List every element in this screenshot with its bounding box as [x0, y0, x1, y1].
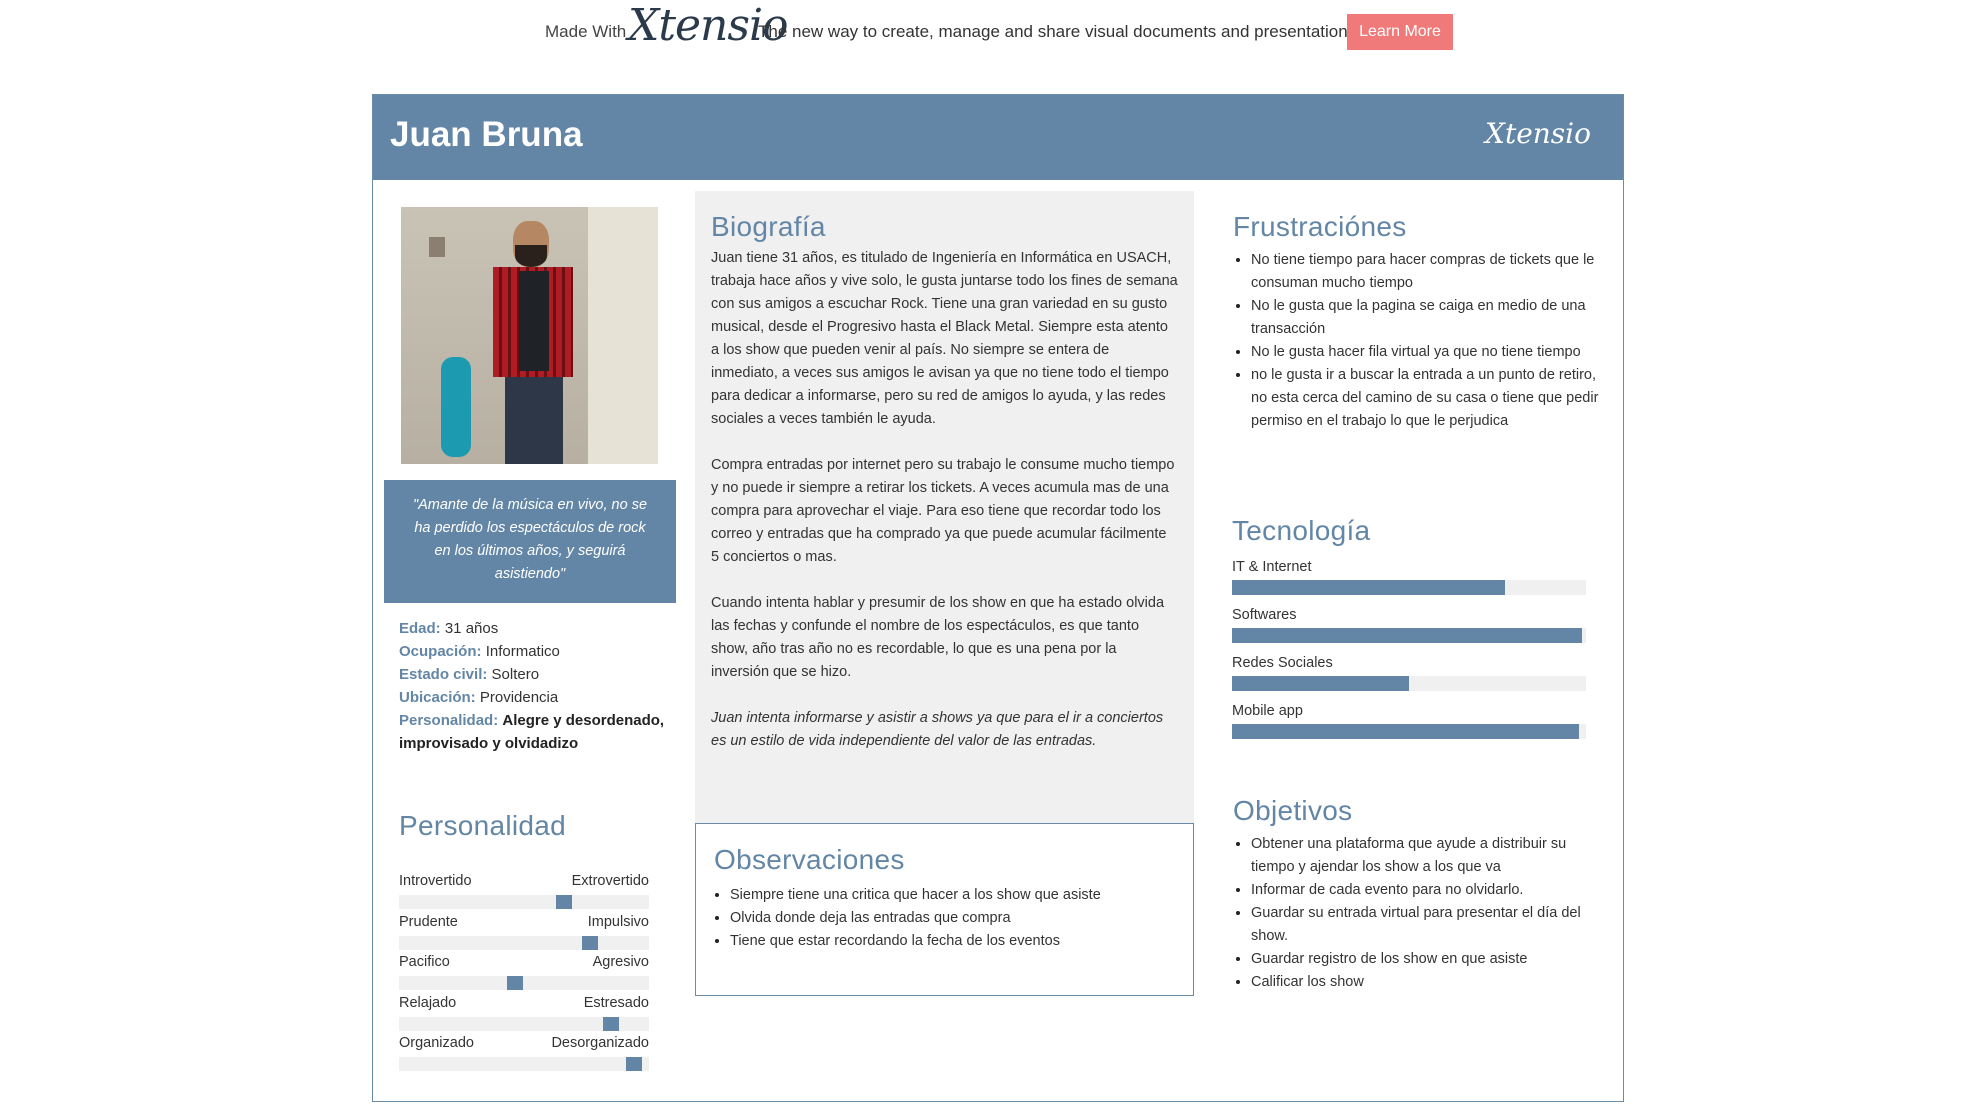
goals-section: Objetivos Obtener una plataforma que ayu…	[1233, 795, 1603, 994]
technology-title: Tecnología	[1232, 515, 1371, 546]
tech-skill-fill	[1232, 676, 1409, 691]
tech-skill-track	[1232, 724, 1586, 739]
technology-bars: IT & Internet Softwares Redes Sociales Mobi…	[1232, 559, 1602, 739]
personality-slider: Relajado Estresado	[399, 995, 649, 1031]
tech-skill-fill	[1232, 628, 1582, 643]
tech-skill-label: Redes Sociales	[1232, 655, 1333, 671]
header-logo: Xtensio	[1485, 117, 1591, 150]
persona-photo	[401, 207, 658, 464]
tech-skill-label: Mobile app	[1232, 703, 1303, 719]
bio-paragraph: Cuando intenta hablar y presumir de los …	[711, 595, 1165, 680]
tech-skill-track	[1232, 580, 1586, 595]
slider-right-label: Extrovertido	[571, 873, 649, 889]
slider-left-label: Pacifico	[399, 954, 450, 970]
slider-right-label: Impulsivo	[587, 913, 649, 930]
card-header: Juan Bruna Xtensio	[373, 95, 1623, 180]
observations-panel: Observaciones Siempre tiene una critica …	[695, 823, 1194, 996]
list-item: No tiene tiempo para hacer compras de ti…	[1251, 249, 1603, 295]
persona-name: Juan Bruna	[390, 115, 583, 154]
persona-card: Juan Bruna Xtensio "Amante de la música …	[372, 94, 1624, 1102]
learn-more-button[interactable]: Learn More	[1347, 14, 1453, 50]
slider-right-label: Desorganizado	[551, 1035, 649, 1051]
list-item: No le gusta hacer fila virtual ya que no…	[1251, 341, 1603, 364]
tech-skill-track	[1232, 676, 1586, 691]
slider-track	[399, 935, 649, 950]
persona-facts: Edad: 31 años Ocupación: Informatico Est…	[399, 617, 669, 755]
tech-skill-label: IT & Internet	[1232, 559, 1312, 575]
biography-title: Biografía	[711, 211, 826, 242]
tech-skill-bar: Softwares	[1232, 607, 1602, 643]
list-item: Guardar registro de los show en que asis…	[1251, 948, 1603, 971]
bio-paragraph: Juan tiene 31 años, es titulado de Ingen…	[711, 250, 1178, 427]
promo-banner: Made With Xtensio The new way to create,…	[0, 0, 1988, 64]
tech-skill-track	[1232, 628, 1586, 643]
slider-track	[399, 976, 649, 990]
list-item: Siempre tiene una critica que hacer a lo…	[730, 884, 1175, 907]
bio-paragraph: Compra entradas por internet pero su tra…	[711, 457, 1175, 565]
slider-marker	[603, 1016, 619, 1031]
tech-skill-bar: Mobile app	[1232, 703, 1602, 739]
goals-title: Objetivos	[1233, 795, 1353, 826]
list-item: no le gusta ir a buscar la entrada a un …	[1251, 364, 1603, 433]
fact-estado-civil: Estado civil: Soltero	[399, 666, 540, 683]
personality-title: Personalidad	[399, 810, 567, 841]
tech-skill-fill	[1232, 580, 1505, 595]
slider-marker	[556, 895, 572, 909]
fact-edad: Edad: 31 años	[399, 620, 499, 637]
frustrations-section: Frustraciónes No tiene tiempo para hacer…	[1233, 211, 1603, 433]
personality-slider: Prudente Impulsivo	[399, 914, 649, 950]
persona-quote: "Amante de la música en vivo, no se ha p…	[384, 480, 676, 603]
list-item: Tiene que estar recordando la fecha de l…	[730, 930, 1175, 953]
fact-ocupacion: Ocupación: Informatico	[399, 643, 560, 660]
personality-slider: Introvertido Extrovertido	[399, 873, 649, 909]
slider-left-label: Organizado	[399, 1035, 474, 1051]
technology-section: Tecnología IT & Internet Softwares Redes S…	[1232, 515, 1602, 739]
fact-ubicacion: Ubicación: Providencia	[399, 689, 559, 706]
slider-right-label: Estresado	[583, 994, 649, 1011]
list-item: Olvida donde deja las entradas que compr…	[730, 907, 1175, 930]
slider-track	[399, 1016, 649, 1031]
list-item: Calificar los show	[1251, 971, 1603, 994]
bio-paragraph: Juan intenta informarse y asistir a show…	[711, 710, 1164, 749]
slider-left-label: Relajado	[399, 994, 457, 1011]
list-item: No le gusta que la pagina se caiga en me…	[1251, 295, 1603, 341]
tech-skill-bar: Redes Sociales	[1232, 655, 1602, 691]
list-item: Obtener una plataforma que ayude a distr…	[1251, 833, 1603, 879]
tech-skill-fill	[1232, 724, 1579, 739]
tech-skill-bar: IT & Internet	[1232, 559, 1602, 595]
slider-marker	[582, 935, 598, 950]
tech-skill-label: Softwares	[1232, 607, 1297, 623]
observations-title: Observaciones	[714, 844, 905, 875]
slider-marker	[507, 976, 523, 990]
promo-tagline: The new way to create, manage and share …	[758, 22, 1361, 41]
slider-right-label: Agresivo	[592, 954, 649, 970]
personality-slider: Pacifico Agresivo	[399, 954, 649, 990]
frustrations-title: Frustraciónes	[1233, 211, 1407, 242]
slider-track	[399, 1057, 649, 1071]
made-with-label: Made With	[545, 22, 627, 41]
list-item: Guardar su entrada virtual para presenta…	[1251, 902, 1603, 948]
biography-panel: Biografía Juan tiene 31 años, es titulad…	[695, 191, 1194, 823]
slider-marker	[626, 1057, 642, 1071]
slider-track	[399, 895, 649, 909]
personality-slider: Organizado Desorganizado	[399, 1035, 649, 1071]
list-item: Informar de cada evento para no olvidarl…	[1251, 879, 1603, 902]
slider-left-label: Prudente	[399, 913, 458, 930]
slider-left-label: Introvertido	[399, 873, 472, 889]
fact-personalidad: Personalidad: Alegre y desordenado, impr…	[399, 712, 665, 752]
